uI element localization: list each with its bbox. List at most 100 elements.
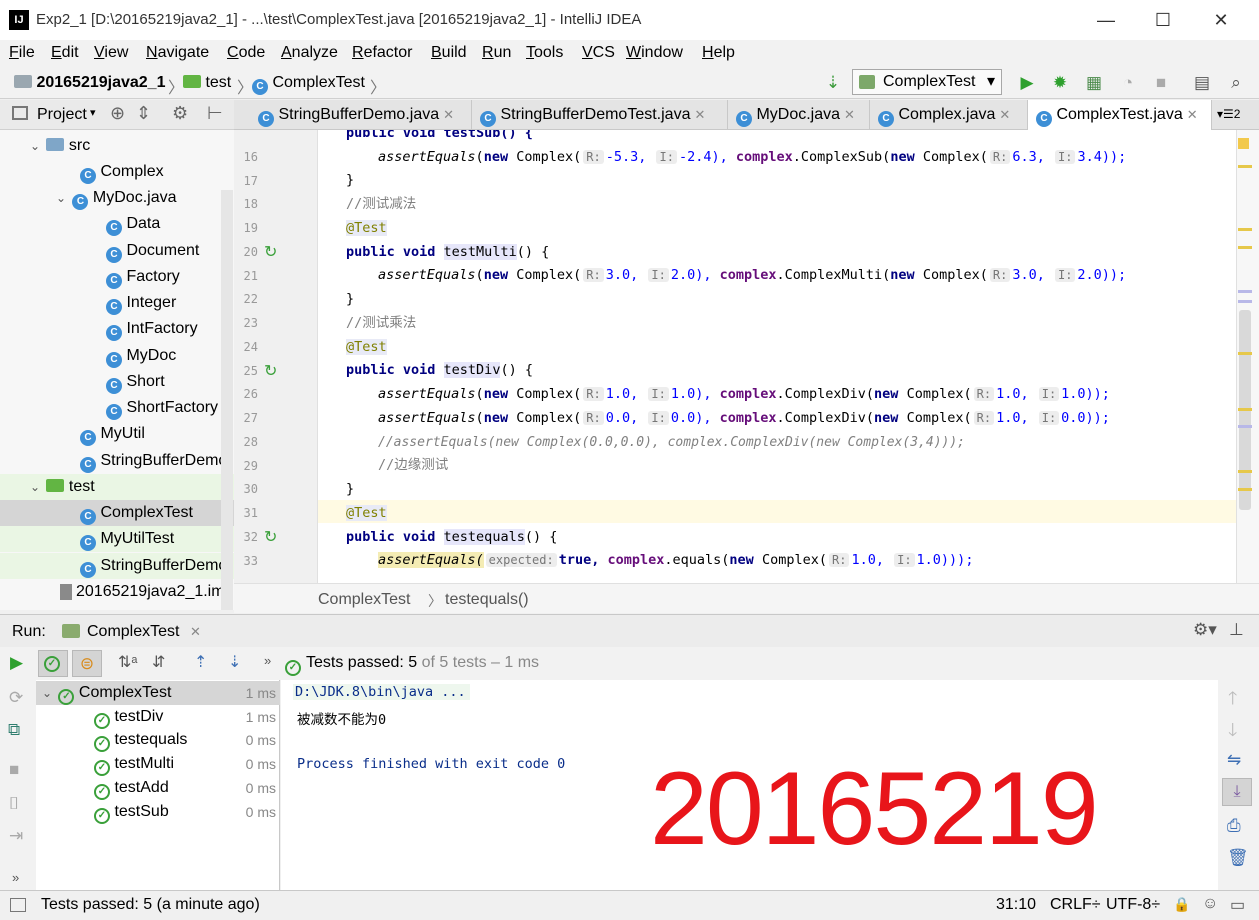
profile-icon[interactable]: ◔ [1117, 72, 1139, 94]
menu-edit[interactable]: Edit [51, 44, 79, 62]
inspection-status-icon[interactable] [1238, 138, 1249, 149]
menu-code[interactable]: Code [227, 44, 265, 62]
coverage-icon[interactable]: ▦ [1083, 72, 1105, 94]
tool-windows-icon[interactable] [10, 898, 26, 912]
tab-stringbufferdemo[interactable]: C StringBufferDemo.java ✕ [250, 100, 472, 130]
tree-item-shortfactory[interactable]: C ShortFactory [0, 395, 234, 421]
tree-item-stringbufferdemotest[interactable]: C StringBufferDemo [0, 553, 234, 579]
tree-item-data[interactable]: C Data [0, 211, 234, 237]
print-icon[interactable]: ⎙ [1227, 816, 1241, 836]
usage-stripe[interactable] [1238, 290, 1252, 293]
more-actions-icon[interactable]: » [12, 870, 19, 885]
tree-item-factory[interactable]: C Factory [0, 264, 234, 290]
warning-stripe[interactable] [1238, 246, 1252, 249]
collapse-all-icon[interactable]: ⇕ [136, 103, 151, 124]
menu-build[interactable]: Build [431, 44, 467, 62]
tree-item-test-folder[interactable]: ⌄ test [0, 474, 234, 500]
tree-item-mydoc[interactable]: C MyDoc [0, 343, 234, 369]
scroll-to-end-toggle[interactable]: ⤓ [1222, 778, 1252, 806]
usage-stripe[interactable] [1238, 300, 1252, 303]
locate-icon[interactable]: ⊕ [110, 103, 125, 124]
close-button[interactable]: ✕ [1201, 6, 1241, 34]
menu-analyze[interactable]: Analyze [281, 44, 338, 62]
hide-panel-icon[interactable]: ⊢ [207, 103, 223, 124]
run-icon[interactable]: ▶ [1016, 72, 1038, 94]
collapse-all-icon[interactable]: ⇣ [228, 652, 241, 672]
breadcrumb-project[interactable]: 20165219java2_1 [14, 74, 165, 92]
tab-complex[interactable]: C Complex.java ✕ [870, 100, 1028, 130]
sort-alpha-icon[interactable]: ⇅ᵃ [118, 652, 137, 672]
gear-icon[interactable]: ⚙▾ [1193, 620, 1217, 640]
tree-item-myutiltest[interactable]: C MyUtilTest [0, 526, 234, 552]
warning-stripe[interactable] [1238, 470, 1252, 473]
breadcrumb-file[interactable]: C ComplexTest [252, 74, 365, 95]
close-icon[interactable]: ✕ [1187, 107, 1198, 122]
run-test-gutter-icon[interactable]: ↻ [264, 527, 277, 547]
menu-refactor[interactable]: Refactor [352, 44, 412, 62]
lock-icon[interactable]: 🔒 [1173, 896, 1190, 913]
rerun-icon[interactable]: ▶ [10, 653, 23, 673]
tree-item-intfactory[interactable]: C IntFactory [0, 316, 234, 342]
tree-item-complex[interactable]: C Complex [0, 159, 234, 185]
warning-stripe[interactable] [1238, 488, 1252, 491]
event-log-icon[interactable]: ▭ [1230, 895, 1245, 915]
menu-file[interactable]: File [9, 44, 35, 62]
tab-stringbufferdemotest[interactable]: C StringBufferDemoTest.java ✕ [472, 100, 728, 130]
menu-vcs[interactable]: VCS [582, 44, 615, 62]
project-view-select[interactable]: Project [37, 106, 87, 124]
test-case-row[interactable]: ✓ testMulti 0 ms [36, 752, 280, 776]
trash-icon[interactable]: 🗑 [1227, 848, 1249, 868]
close-icon[interactable]: ✕ [694, 107, 705, 122]
run-test-gutter-icon[interactable]: ↻ [264, 242, 277, 262]
warning-stripe[interactable] [1238, 408, 1252, 411]
test-suite-row[interactable]: ⌄ ✓ ComplexTest 1 ms [36, 681, 280, 705]
tree-item-document[interactable]: C Document [0, 238, 234, 264]
test-case-row[interactable]: ✓ testSub 0 ms [36, 800, 280, 824]
close-icon[interactable]: ✕ [999, 107, 1010, 122]
status-message[interactable]: Tests passed: 5 (a minute ago) [41, 896, 260, 914]
file-encoding[interactable]: UTF-8÷ [1106, 896, 1160, 914]
menu-window[interactable]: Window [626, 44, 683, 62]
tree-scrollbar[interactable] [221, 190, 233, 610]
close-icon[interactable]: ✕ [844, 107, 855, 122]
menu-run[interactable]: Run [482, 44, 511, 62]
caret-position[interactable]: 31:10 [996, 896, 1036, 914]
arrow-up-icon[interactable]: 🡑 [1228, 686, 1237, 716]
import-tests-icon[interactable]: ⇥ [9, 826, 23, 846]
debug-icon[interactable]: ✹ [1049, 72, 1071, 94]
maximize-button[interactable]: ☐ [1143, 6, 1183, 34]
tab-mydoc[interactable]: C MyDoc.java ✕ [728, 100, 870, 130]
toggle-auto-test-icon[interactable]: ⧉ [8, 720, 20, 740]
run-test-gutter-icon[interactable]: ↻ [264, 361, 277, 381]
show-passed-toggle[interactable]: ✓ [38, 650, 68, 677]
line-separator[interactable]: CRLF÷ [1050, 896, 1101, 914]
menu-help[interactable]: Help [702, 44, 735, 62]
warning-stripe[interactable] [1238, 228, 1252, 231]
search-everywhere-icon[interactable]: ⌕ [1225, 72, 1247, 94]
camera-icon[interactable]: ⌷ [9, 794, 19, 814]
menu-navigate[interactable]: Navigate [146, 44, 209, 62]
breadcrumb-folder[interactable]: test [183, 74, 231, 92]
sort-duration-icon[interactable]: ⇵ [152, 652, 165, 672]
arrow-down-icon[interactable]: 🡓 [1228, 718, 1237, 748]
stop-icon[interactable]: ■ [9, 760, 19, 780]
menu-tools[interactable]: Tools [526, 44, 563, 62]
tree-item-stringbufferdemo[interactable]: C StringBufferDemo [0, 448, 234, 474]
run-tab-complextest[interactable]: ComplexTest [87, 623, 179, 641]
test-case-row[interactable]: ✓ testDiv 1 ms [36, 705, 280, 729]
build-project-icon[interactable]: ⇣ [822, 72, 844, 94]
inspector-icon[interactable]: ☺ [1202, 895, 1218, 913]
soft-wrap-icon[interactable]: ⇋ [1227, 750, 1241, 770]
stop-icon[interactable]: ■ [1150, 72, 1172, 94]
close-icon[interactable]: ✕ [443, 107, 454, 122]
gear-icon[interactable]: ⚙ [172, 103, 188, 124]
usage-stripe[interactable] [1238, 425, 1252, 428]
menu-view[interactable]: View [94, 44, 128, 62]
tree-item-complextest[interactable]: C ComplexTest [0, 500, 234, 526]
hide-panel-icon[interactable]: ⊥ [1229, 620, 1244, 640]
breadcrumb-method[interactable]: testequals() [445, 591, 529, 609]
expand-all-icon[interactable]: ⇡ [194, 652, 207, 672]
minimize-button[interactable]: — [1086, 6, 1126, 34]
project-structure-icon[interactable]: ▤ [1191, 72, 1213, 94]
test-case-row[interactable]: ✓ testequals 0 ms [36, 728, 280, 752]
